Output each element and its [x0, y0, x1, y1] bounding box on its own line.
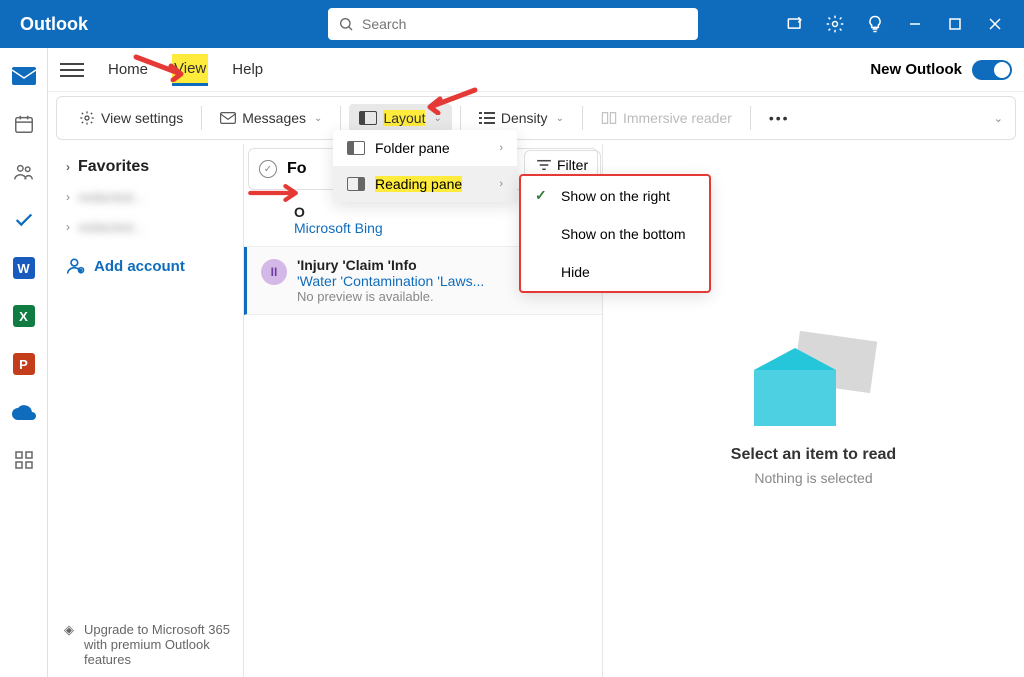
gear-icon [79, 110, 95, 126]
powerpoint-app-icon[interactable]: P [12, 352, 36, 376]
layout-dropdown: Folder pane › Reading pane › [333, 130, 517, 202]
add-person-icon [66, 256, 86, 276]
favorites-label: Favorites [78, 158, 149, 176]
messages-button[interactable]: Messages ⌄ [210, 104, 332, 132]
book-icon [601, 111, 617, 125]
people-app-icon[interactable] [12, 160, 36, 184]
word-app-icon[interactable]: W [12, 256, 36, 280]
message-subject: 'Water 'Contamination 'Laws... [297, 273, 484, 289]
tab-bar: Home View Help New Outlook [48, 48, 1024, 92]
minimize-icon[interactable] [904, 13, 926, 35]
density-icon [479, 111, 495, 125]
todo-app-icon[interactable] [12, 208, 36, 232]
layout-icon [359, 111, 377, 125]
folder-pane: › Favorites › redacted... › redacted... … [48, 144, 243, 677]
immersive-reader-button: Immersive reader [591, 104, 742, 132]
add-account-button[interactable]: Add account [66, 242, 235, 290]
content: Home View Help New Outlook View settings… [48, 48, 1024, 677]
tab-view[interactable]: View [172, 54, 208, 86]
reading-pane-menu-item[interactable]: Reading pane › [333, 166, 517, 202]
chevron-right-icon: › [499, 178, 503, 190]
filter-icon [537, 159, 551, 171]
new-outlook-toggle[interactable]: New Outlook [870, 60, 1012, 80]
message-sender: Microsoft Bing [294, 220, 383, 236]
select-all-icon[interactable]: ✓ [259, 160, 277, 178]
account-item-1[interactable]: › redacted... [66, 182, 235, 212]
chevron-right-icon: › [66, 220, 70, 234]
chevron-right-icon: › [499, 142, 503, 154]
reading-pane-label: Reading pane [375, 176, 462, 192]
show-bottom-option[interactable]: Show on the bottom [521, 215, 709, 253]
title-actions [784, 13, 1024, 35]
messages-label: Messages [242, 110, 306, 126]
reading-pane-icon [347, 177, 365, 191]
chevron-right-icon: › [66, 160, 70, 174]
tips-icon[interactable] [864, 13, 886, 35]
calendar-app-icon[interactable] [12, 112, 36, 136]
chevron-right-icon: › [66, 190, 70, 204]
toggle-switch-icon[interactable] [972, 60, 1012, 80]
folder-pane-label: Folder pane [375, 140, 450, 156]
ribbon-display-icon[interactable] [784, 13, 806, 35]
upgrade-text: Upgrade to Microsoft 365 with premium Ou… [84, 622, 234, 667]
account-item-2[interactable]: › redacted... [66, 212, 235, 242]
excel-app-icon[interactable]: X [12, 304, 36, 328]
new-outlook-label: New Outlook [870, 61, 962, 78]
search-input[interactable] [362, 16, 688, 32]
envelope-icon [220, 112, 236, 124]
message-title: 'Injury 'Claim 'Info [297, 257, 484, 273]
message-title: O [294, 204, 383, 220]
option-label: Show on the right [561, 188, 670, 204]
chevron-down-icon: ⌄ [314, 113, 322, 124]
layout-button[interactable]: Layout ⌄ [349, 104, 451, 132]
settings-icon[interactable] [824, 13, 846, 35]
add-account-label: Add account [94, 258, 185, 275]
folder-pane-icon [347, 141, 365, 155]
reading-subtext: Nothing is selected [754, 470, 872, 486]
ribbon-more-button[interactable]: ••• [759, 104, 800, 132]
message-preview: No preview is available. [297, 289, 484, 304]
option-label: Hide [561, 264, 590, 280]
view-ribbon: View settings Messages ⌄ Layout ⌄ Densit… [56, 96, 1016, 140]
focused-label[interactable]: Fo [287, 160, 307, 178]
option-label: Show on the bottom [561, 226, 686, 242]
view-settings-button[interactable]: View settings [69, 104, 193, 132]
search-icon [338, 16, 354, 32]
density-label: Density [501, 110, 548, 126]
account-label: redacted... [78, 189, 144, 205]
tab-help[interactable]: Help [230, 55, 265, 84]
account-label: redacted... [78, 219, 144, 235]
title-bar: Outlook [0, 0, 1024, 48]
chevron-down-icon: ⌄ [556, 113, 564, 124]
reading-title: Select an item to read [731, 446, 896, 464]
upgrade-banner[interactable]: ◈ Upgrade to Microsoft 365 with premium … [64, 622, 234, 667]
more-apps-icon[interactable] [12, 448, 36, 472]
avatar-icon: II [261, 259, 287, 285]
density-button[interactable]: Density ⌄ [469, 104, 574, 132]
filter-label: Filter [557, 157, 588, 173]
chevron-down-icon: ⌄ [433, 113, 441, 124]
search-box[interactable] [328, 8, 698, 40]
diamond-icon: ◈ [64, 622, 74, 667]
envelope-illustration-icon [754, 336, 874, 426]
ribbon-chevron-icon[interactable]: ⌄ [994, 112, 1003, 125]
view-settings-label: View settings [101, 110, 183, 126]
app-rail: W X P [0, 48, 48, 677]
check-icon: ✓ [535, 187, 555, 204]
close-icon[interactable] [984, 13, 1006, 35]
reading-pane-submenu: ✓ Show on the right Show on the bottom H… [519, 174, 711, 293]
hide-option[interactable]: Hide [521, 253, 709, 291]
immersive-label: Immersive reader [623, 110, 732, 126]
onedrive-app-icon[interactable] [12, 400, 36, 424]
show-right-option[interactable]: ✓ Show on the right [521, 176, 709, 215]
layout-label: Layout [383, 110, 425, 126]
tab-home[interactable]: Home [106, 55, 150, 84]
ellipsis-icon: ••• [769, 110, 790, 126]
folder-pane-menu-item[interactable]: Folder pane › [333, 130, 517, 166]
hamburger-icon[interactable] [60, 58, 84, 82]
maximize-icon[interactable] [944, 13, 966, 35]
app-title: Outlook [0, 14, 108, 35]
mail-app-icon[interactable] [12, 64, 36, 88]
favorites-header[interactable]: › Favorites [66, 152, 235, 182]
